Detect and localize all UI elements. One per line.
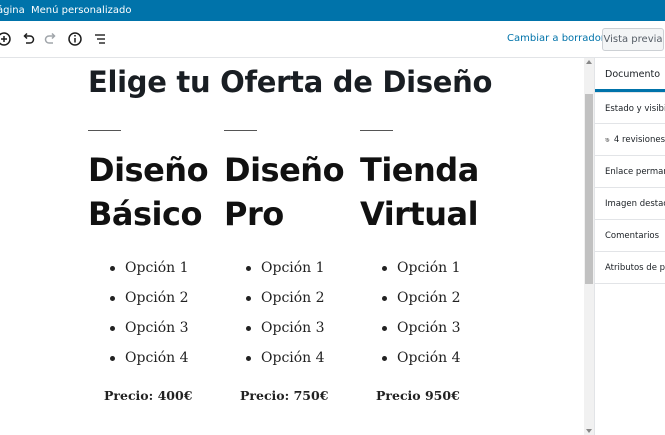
settings-sidebar: Documento Estado y visibilidad 4 revisio…	[594, 58, 665, 435]
scrollbar-thumb[interactable]	[585, 94, 593, 284]
column-title[interactable]: Tienda Virtual	[360, 148, 490, 236]
editor-toolbar: Cambiar a borrador Vista previa	[0, 21, 665, 58]
panel-permalink[interactable]: Enlace permanente	[595, 156, 665, 188]
revisions-label: 4 revisiones	[613, 134, 665, 145]
option-list: Opción 1 Opción 2 Opción 3 Opción 4	[88, 258, 218, 378]
list-item: Opción 3	[224, 318, 354, 348]
column-title[interactable]: Diseño Básico	[88, 148, 218, 236]
separator	[224, 130, 257, 131]
column-title-line: Pro	[224, 195, 284, 233]
column-title[interactable]: Diseño Pro	[224, 148, 354, 236]
list-item: Opción 4	[360, 348, 490, 378]
column-title-line: Básico	[88, 195, 202, 233]
list-item: Opción 1	[88, 258, 218, 288]
redo-icon[interactable]	[43, 31, 59, 47]
editor-scrollbar[interactable]	[584, 58, 594, 435]
tab-document[interactable]: Documento	[595, 58, 665, 92]
panel-featured-image[interactable]: Imagen destacada	[595, 188, 665, 220]
history-icon	[605, 137, 610, 142]
admin-bar: ágina Menú personalizado	[0, 0, 665, 21]
option-list: Opción 1 Opción 2 Opción 3 Opción 4	[360, 258, 490, 378]
separator	[88, 130, 121, 131]
list-item: Opción 3	[360, 318, 490, 348]
list-item: Opción 3	[88, 318, 218, 348]
admin-bar-page-link[interactable]: ágina	[0, 5, 25, 16]
price-label: Precio 950€	[376, 388, 460, 403]
admin-bar-custom-menu[interactable]: Menú personalizado	[31, 5, 131, 16]
pricing-column-store: Tienda Virtual Opción 1 Opción 2 Opción …	[360, 130, 490, 403]
preview-button[interactable]: Vista previa	[602, 28, 664, 51]
panel-comments[interactable]: Comentarios	[595, 220, 665, 252]
panel-revisions[interactable]: 4 revisiones	[595, 124, 665, 156]
undo-icon[interactable]	[20, 31, 36, 47]
panel-page-attributes[interactable]: Atributos de página	[595, 252, 665, 284]
list-item: Opción 1	[224, 258, 354, 288]
column-title-line: Diseño	[88, 151, 209, 189]
list-item: Opción 2	[88, 288, 218, 318]
column-title-line: Virtual	[360, 195, 479, 233]
outline-icon[interactable]	[92, 31, 108, 47]
column-title-line: Tienda	[360, 151, 479, 189]
pricing-column-pro: Diseño Pro Opción 1 Opción 2 Opción 3 Op…	[224, 130, 354, 403]
page-title[interactable]: Elige tu Oferta de Diseño	[88, 65, 492, 99]
list-item: Opción 1	[360, 258, 490, 288]
plus-circle-icon[interactable]	[0, 31, 12, 47]
separator	[360, 130, 393, 131]
option-list: Opción 1 Opción 2 Opción 3 Opción 4	[224, 258, 354, 378]
list-item: Opción 2	[360, 288, 490, 318]
list-item: Opción 4	[88, 348, 218, 378]
scroll-down-arrow-icon[interactable]	[586, 429, 592, 433]
pricing-column-basic: Diseño Básico Opción 1 Opción 2 Opción 3…	[88, 130, 218, 403]
info-icon[interactable]	[67, 31, 83, 47]
list-item: Opción 2	[224, 288, 354, 318]
price-label: Precio: 750€	[240, 388, 329, 403]
price-label: Precio: 400€	[104, 388, 193, 403]
switch-to-draft-button[interactable]: Cambiar a borrador	[507, 33, 605, 44]
editor-canvas: Elige tu Oferta de Diseño Diseño Básico …	[0, 58, 584, 435]
list-item: Opción 4	[224, 348, 354, 378]
panel-status-visibility[interactable]: Estado y visibilidad	[595, 92, 665, 124]
scroll-up-arrow-icon[interactable]	[586, 60, 592, 64]
column-title-line: Diseño	[224, 151, 345, 189]
